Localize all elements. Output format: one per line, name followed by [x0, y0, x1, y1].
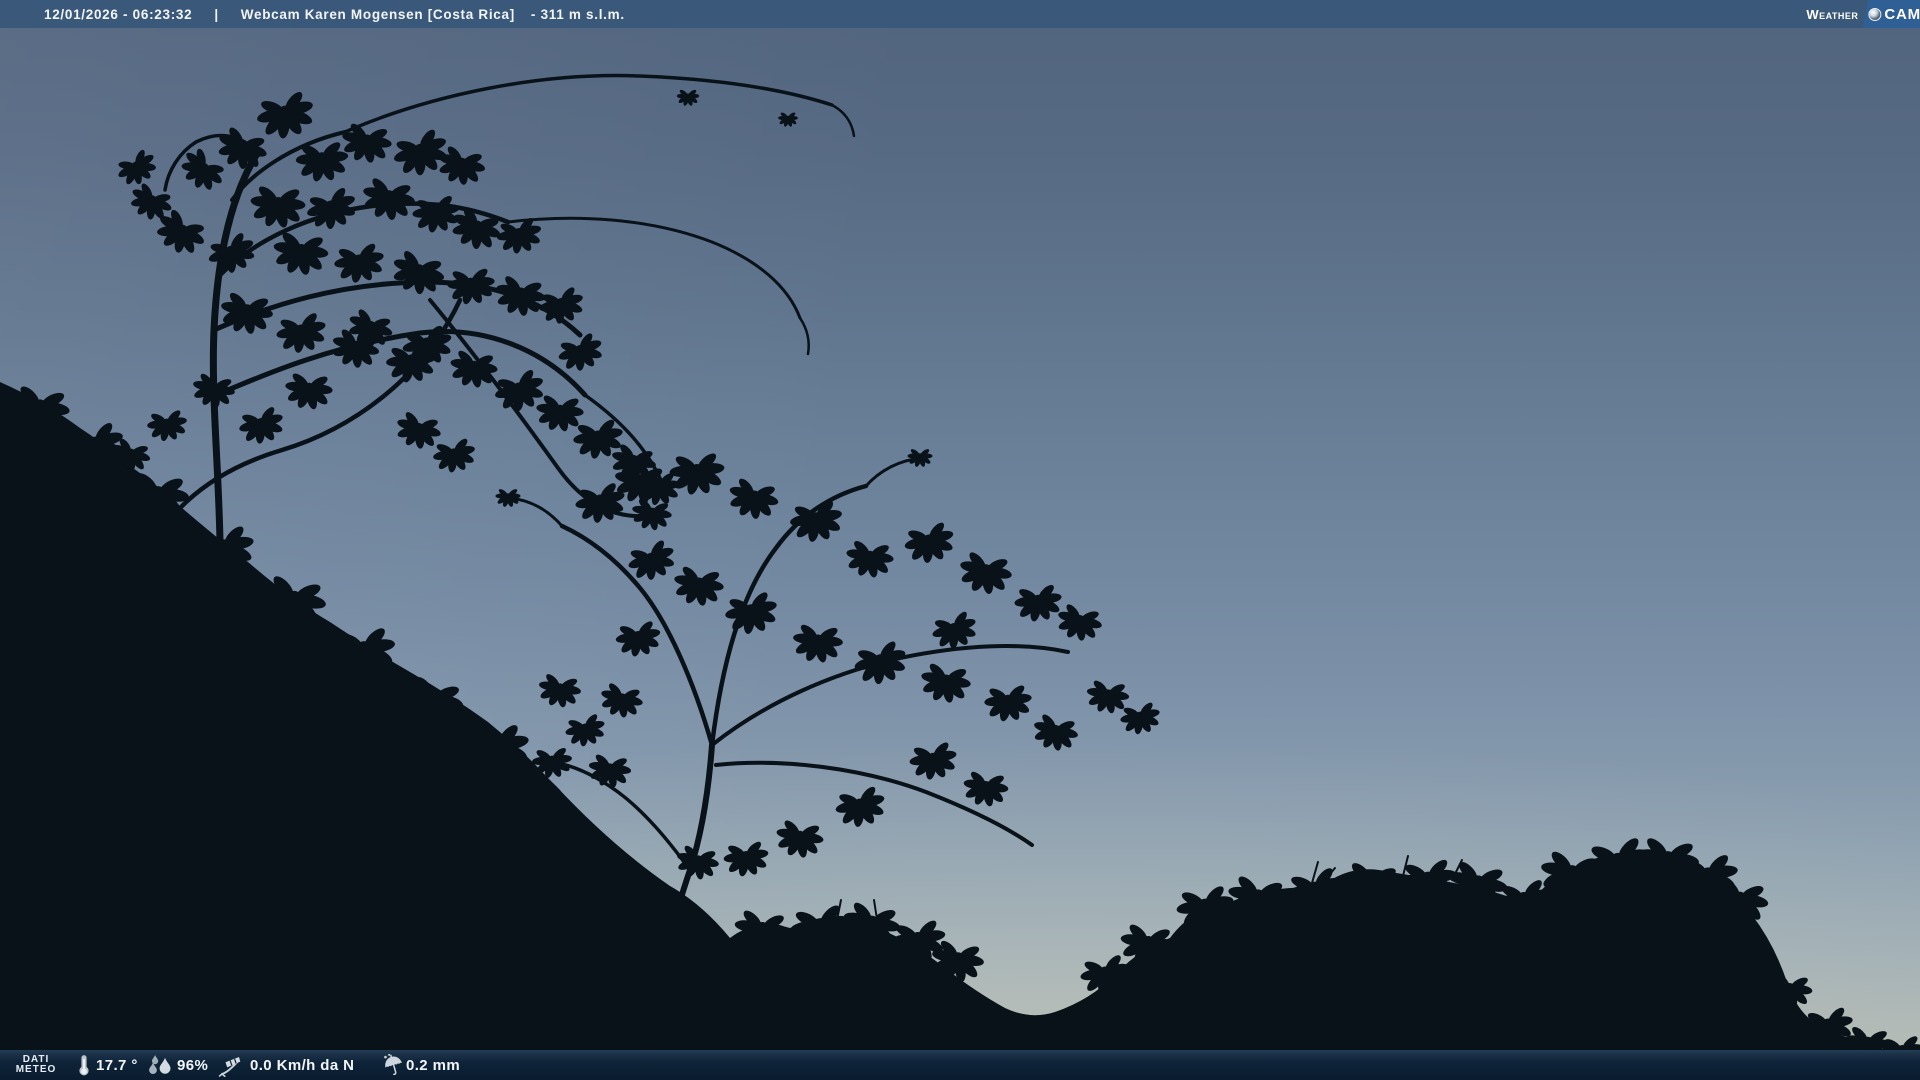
- weather-data-bar: DATI METEO 17.7 ° 96%: [0, 1050, 1920, 1080]
- separator: |: [214, 7, 218, 22]
- webcam-frame: 12/01/2026 - 06:23:32 | Webcam Karen Mog…: [0, 0, 1920, 1080]
- weather-cam-logo: Weather CAM: [1806, 0, 1920, 28]
- water-drops-icon: [149, 1050, 174, 1080]
- top-bar: 12/01/2026 - 06:23:32 | Webcam Karen Mog…: [0, 0, 1920, 28]
- rain-value: 0.2 mm: [406, 1050, 460, 1080]
- weather-data-label-line2: METEO: [16, 1065, 57, 1076]
- humidity-value: 96%: [177, 1050, 208, 1080]
- webcam-title: Webcam Karen Mogensen [Costa Rica]: [241, 7, 515, 22]
- umbrella-icon: [383, 1050, 404, 1080]
- logo-cam-text: CAM: [1885, 6, 1920, 23]
- logo-cam-block: CAM: [1863, 0, 1920, 28]
- temperature-value: 17.7 °: [96, 1050, 138, 1080]
- windsock-icon: [218, 1050, 245, 1080]
- timestamp: 12/01/2026 - 06:23:32: [44, 7, 192, 22]
- thermometer-icon: [78, 1050, 90, 1080]
- wind-value: 0.0 Km/h da N: [250, 1050, 354, 1080]
- weather-data-label: DATI METEO: [6, 1050, 66, 1080]
- logo-weather-text: Weather: [1806, 0, 1863, 28]
- webcam-photo: [0, 0, 1920, 1080]
- altitude: - 311 m s.l.m.: [531, 7, 625, 22]
- camera-lens-icon: [1869, 8, 1882, 21]
